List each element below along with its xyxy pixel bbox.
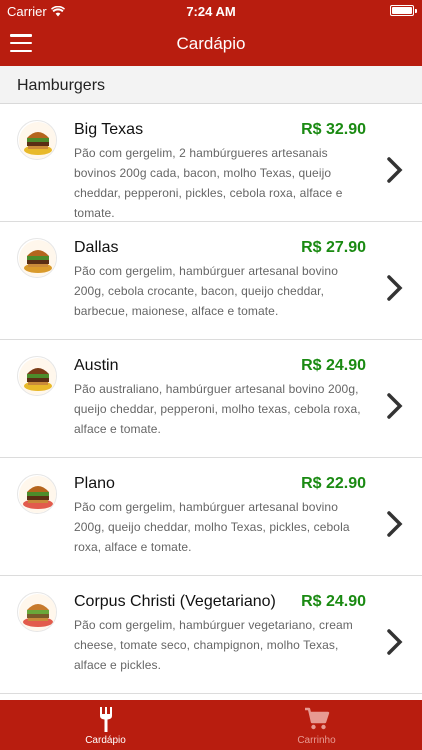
list-item[interactable]: Plano R$ 22.90 Pão com gergelim, hambúrg… [0, 458, 422, 576]
burger-thumbnail [17, 592, 57, 632]
nav-bar: Cardápio [0, 22, 422, 66]
product-list: Big Texas R$ 32.90 Pão com gergelim, 2 h… [0, 104, 422, 700]
tab-cardapio[interactable]: Cardápio [0, 700, 211, 750]
status-time: 7:24 AM [186, 4, 236, 19]
page-title: Cardápio [176, 34, 246, 53]
chevron-right-icon [387, 629, 403, 655]
item-price: R$ 27.90 [301, 239, 366, 256]
item-price: R$ 22.90 [301, 475, 366, 492]
item-description: Pão com gergelim, 2 hambúrgueres artesan… [74, 146, 343, 220]
tab-bar: Cardápio Carrinho [0, 700, 422, 750]
item-price: R$ 24.90 [301, 357, 366, 374]
item-price: R$ 32.90 [301, 121, 366, 138]
item-description: Pão com gergelim, hambúrguer vegetariano… [74, 618, 353, 672]
cart-icon [304, 707, 329, 730]
list-item[interactable]: Austin R$ 24.90 Pão australiano, hambúrg… [0, 340, 422, 458]
list-item[interactable]: Dallas R$ 27.90 Pão com gergelim, hambúr… [0, 222, 422, 340]
burger-thumbnail [17, 474, 57, 514]
item-name: Big Texas [74, 121, 144, 138]
item-description: Pão australiano, hambúrguer artesanal bo… [74, 382, 361, 436]
item-name: Dallas [74, 239, 119, 256]
fork-icon [99, 707, 112, 732]
tab-label: Cardápio [85, 735, 126, 746]
list-item[interactable]: Corpus Christi (Vegetariano) R$ 24.90 Pã… [0, 576, 422, 694]
battery-icon [390, 5, 417, 16]
item-description: Pão com gergelim, hambúrguer artesanal b… [74, 500, 350, 554]
burger-thumbnail [17, 356, 57, 396]
item-name: Corpus Christi (Vegetariano) [74, 593, 276, 610]
item-price: R$ 24.90 [301, 593, 366, 610]
list-item[interactable]: Big Texas R$ 32.90 Pão com gergelim, 2 h… [0, 104, 422, 222]
tab-carrinho[interactable]: Carrinho [211, 700, 422, 750]
chevron-right-icon [387, 393, 403, 419]
section-header: Hamburgers [0, 66, 422, 104]
item-name: Austin [74, 357, 119, 374]
tab-label: Carrinho [297, 735, 336, 746]
item-description: Pão com gergelim, hambúrguer artesanal b… [74, 264, 338, 318]
chevron-right-icon [387, 157, 403, 183]
burger-thumbnail [17, 120, 57, 160]
item-name: Plano [74, 475, 115, 492]
status-bar: Carrier 7:24 AM [0, 0, 422, 22]
burger-thumbnail [17, 238, 57, 278]
chevron-right-icon [387, 511, 403, 537]
chevron-right-icon [387, 275, 403, 301]
